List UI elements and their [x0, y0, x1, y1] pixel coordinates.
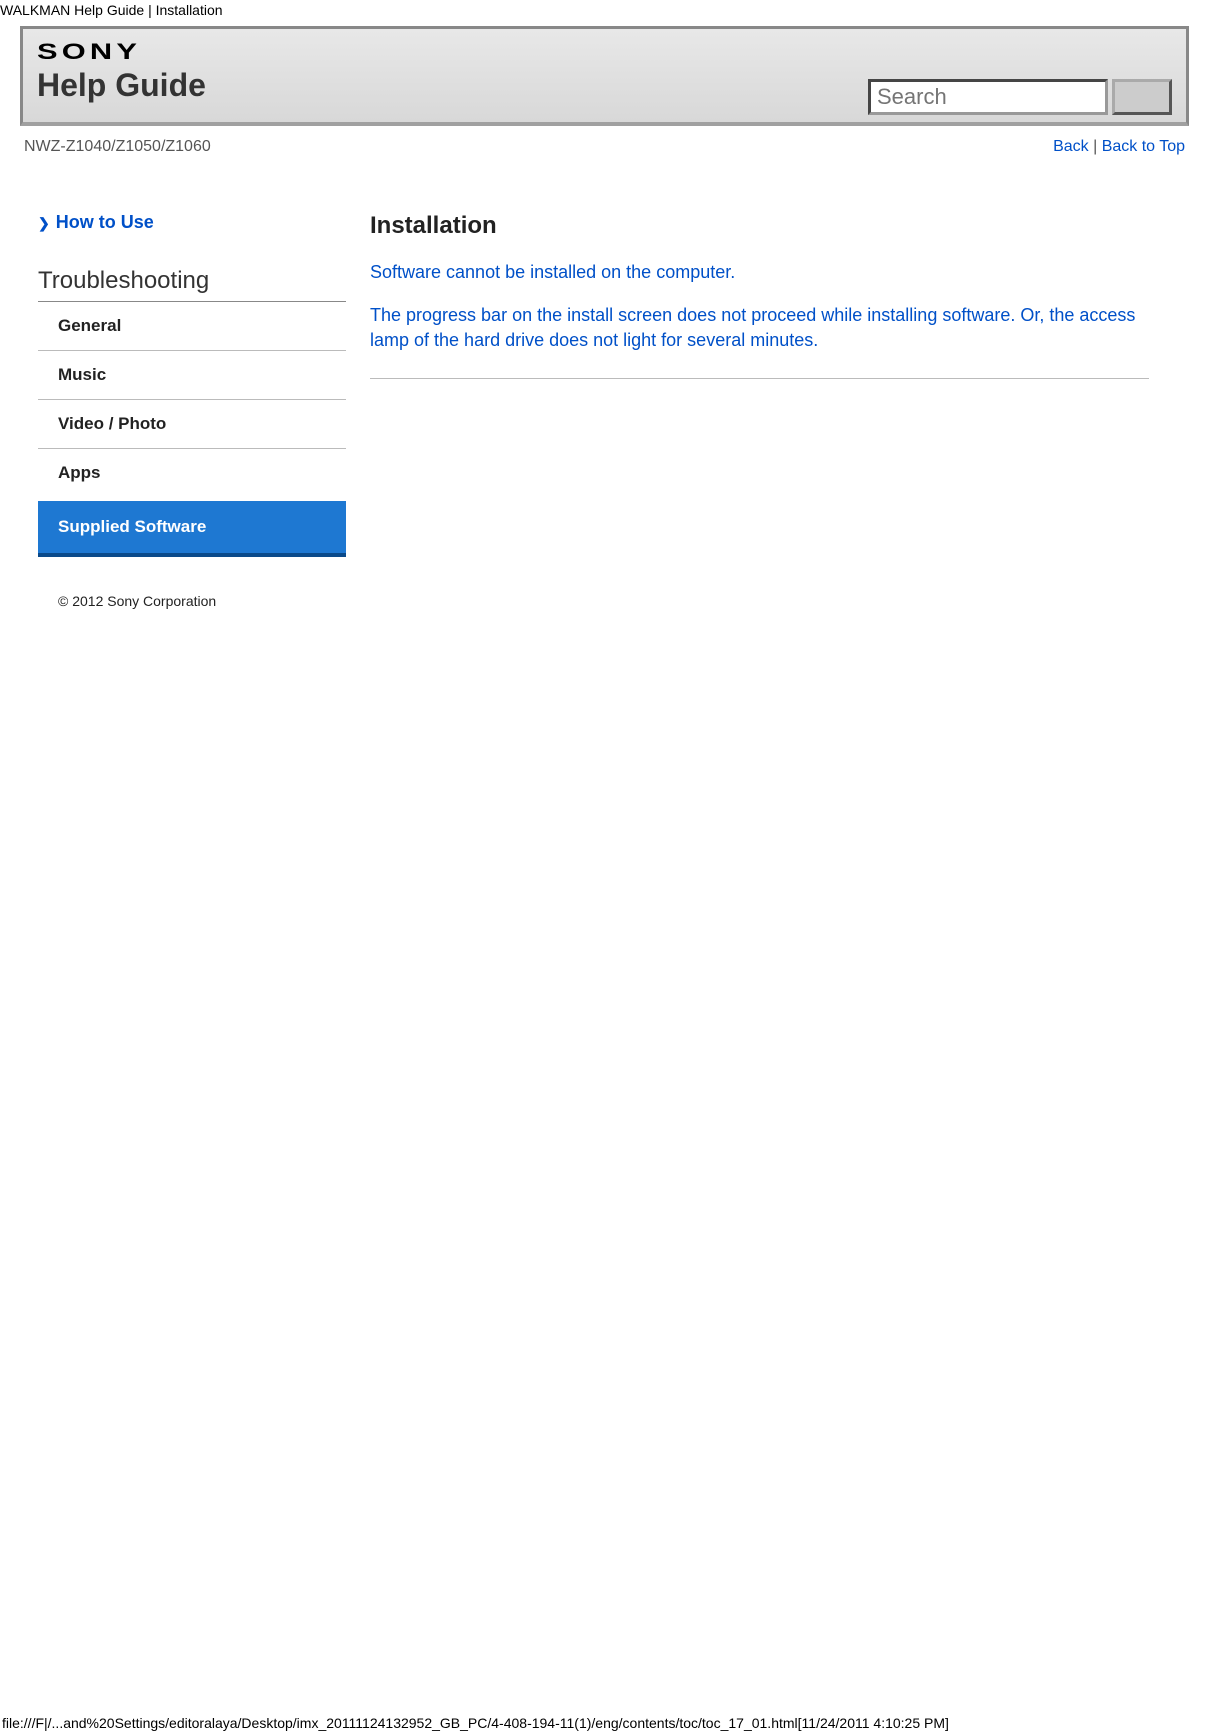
- sidebar-item-supplied-software[interactable]: Supplied Software: [38, 501, 346, 553]
- how-to-use-label: How to Use: [56, 212, 154, 232]
- footer-file-path: file:///F|/...and%20Settings/editoralaya…: [0, 1715, 1209, 1731]
- topic-link-1[interactable]: Software cannot be installed on the comp…: [370, 260, 1149, 285]
- window-title: WALKMAN Help Guide | Installation: [0, 0, 1209, 20]
- copyright-text: © 2012 Sony Corporation: [58, 593, 1189, 609]
- top-links: Back | Back to Top: [1053, 138, 1185, 156]
- sidebar-item-music[interactable]: Music: [38, 351, 346, 400]
- header-bar: SONY Help Guide: [20, 26, 1189, 126]
- content-divider: [370, 378, 1149, 379]
- sidebar-item-general[interactable]: General: [38, 302, 346, 351]
- content-title: Installation: [370, 212, 1149, 240]
- how-to-use-link[interactable]: ❯ How to Use: [38, 212, 346, 233]
- sidebar-item-video-photo[interactable]: Video / Photo: [38, 400, 346, 449]
- sony-logo: SONY: [37, 39, 141, 65]
- back-link[interactable]: Back: [1053, 138, 1089, 155]
- troubleshooting-heading: Troubleshooting: [38, 267, 346, 302]
- chevron-right-icon: ❯: [38, 215, 50, 231]
- back-to-top-link[interactable]: Back to Top: [1102, 138, 1185, 155]
- search-input[interactable]: [868, 79, 1108, 115]
- topic-link-2[interactable]: The progress bar on the install screen d…: [370, 303, 1149, 353]
- sidebar-item-apps[interactable]: Apps: [38, 449, 346, 497]
- link-separator: |: [1089, 138, 1102, 155]
- model-number: NWZ-Z1040/Z1050/Z1060: [24, 138, 211, 156]
- search-button[interactable]: [1112, 79, 1172, 115]
